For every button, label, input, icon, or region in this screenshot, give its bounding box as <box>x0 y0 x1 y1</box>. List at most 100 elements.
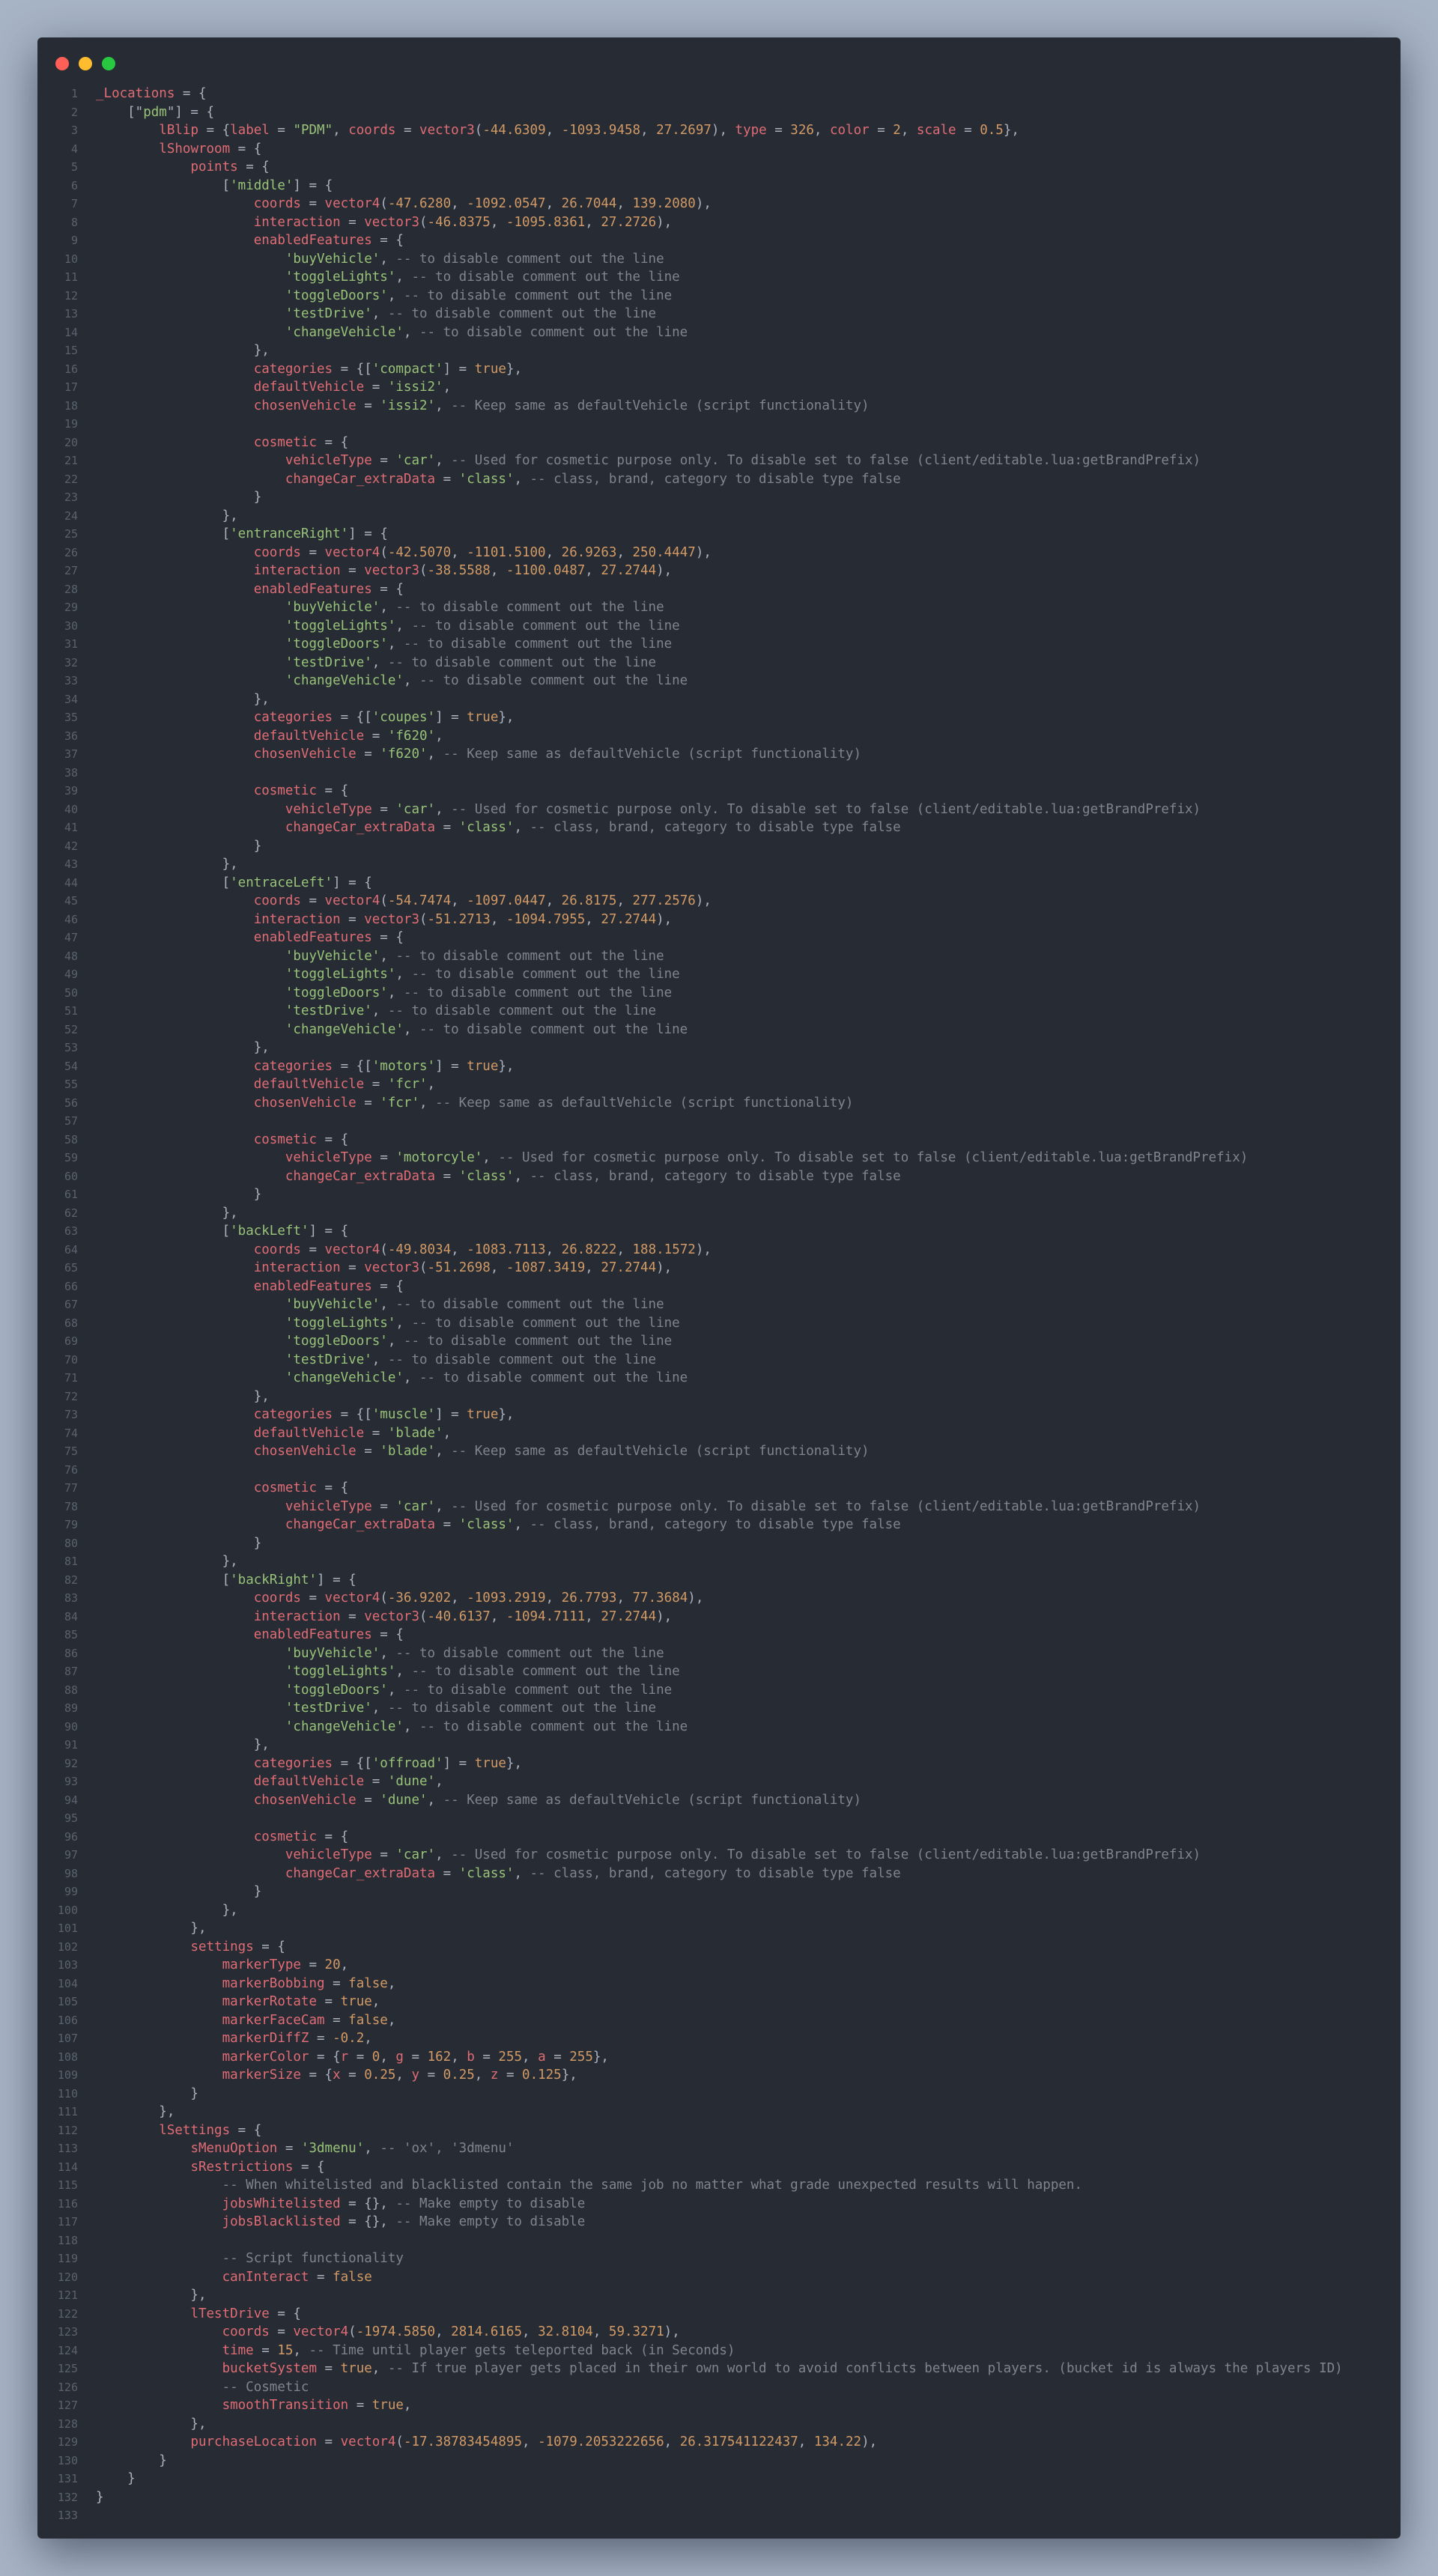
line-number: 39 <box>64 784 78 798</box>
code-token: , <box>403 1719 419 1734</box>
line-code: enabledFeatures = { <box>96 580 404 599</box>
code-token: ] = <box>443 361 475 377</box>
code-token: defaultVehicle <box>253 1077 365 1092</box>
code-token: changeCar_extraData <box>285 1168 436 1184</box>
code-token: ), <box>711 123 735 138</box>
code-token: 'backRight' <box>230 1572 318 1588</box>
line-code: ['backLeft'] = { <box>96 1222 349 1241</box>
code-token: , <box>514 1865 530 1881</box>
line-code: } <box>96 1185 262 1204</box>
close-window-button[interactable] <box>55 57 69 70</box>
code-token: -1093.2919 <box>467 1591 546 1606</box>
code-token: -- Used for cosmetic purpose only. To di… <box>451 1498 1201 1514</box>
code-token: = <box>340 214 365 230</box>
maximize-window-button[interactable] <box>102 57 115 70</box>
code-token: = <box>340 2068 365 2083</box>
code-line: 48 'buyVehicle', -- to disable comment o… <box>37 947 1401 966</box>
code-token: 255 <box>498 2049 523 2065</box>
line-number: 105 <box>57 1995 78 2008</box>
line-number: 97 <box>64 1848 78 1862</box>
line-number: 3 <box>70 124 78 137</box>
code-token: -1094.7111 <box>506 1609 586 1624</box>
code-line: 32 'testDrive', -- to disable comment ou… <box>37 654 1401 672</box>
code-token: [" <box>96 104 144 120</box>
code-token: sMenuOption <box>190 2141 278 2156</box>
code-token: 'class' <box>458 1168 515 1184</box>
code-line: 16 categories = {['compact'] = true}, <box>37 360 1401 379</box>
code-token: 'offroad' <box>371 1755 443 1771</box>
code-line: 124 time = 15, -- Time until player gets… <box>37 2342 1401 2360</box>
code-token: ] = <box>435 710 467 725</box>
code-token: }, <box>506 361 522 377</box>
code-token: = <box>324 1975 349 1991</box>
code-token: cosmetic <box>253 1480 318 1495</box>
line-number: 81 <box>64 1555 78 1568</box>
line-number: 108 <box>57 2050 78 2064</box>
line-number: 8 <box>70 215 78 229</box>
code-token: -1974.5850 <box>356 2324 436 2339</box>
code-token: 'toggleDoors' <box>285 1682 388 1698</box>
code-token: = <box>356 747 380 762</box>
code-token: settings <box>190 1939 254 1954</box>
line-number: 111 <box>57 2105 78 2118</box>
code-line: 51 'testDrive', -- to disable comment ou… <box>37 1002 1401 1021</box>
code-token: = { <box>237 160 270 174</box>
line-number: 93 <box>64 1775 78 1788</box>
line-number: 89 <box>64 1701 78 1715</box>
line-code: markerType = 20, <box>96 1956 349 1975</box>
code-token: -- Cosmetic <box>222 2379 309 2395</box>
code-line: 54 categories = {['motors'] = true}, <box>37 1057 1401 1076</box>
code-token: 0.5 <box>980 123 1004 138</box>
line-code: 'testDrive', -- to disable comment out t… <box>96 654 656 672</box>
code-token: -- to disable comment out the line <box>387 1701 657 1716</box>
code-token: -- to disable comment out the line <box>419 1370 688 1385</box>
code-token: , <box>403 1021 419 1037</box>
code-token: ( <box>419 563 428 578</box>
code-token: coords <box>253 544 301 560</box>
code-line: 73 categories = {['muscle'] = true}, <box>37 1406 1401 1424</box>
code-token: ] = { <box>293 177 333 193</box>
line-number: 35 <box>64 711 78 724</box>
minimize-window-button[interactable] <box>79 57 92 70</box>
code-line: 97 vehicleType = 'car', -- Used for cosm… <box>37 1846 1401 1865</box>
line-number: 68 <box>64 1316 78 1330</box>
code-editor[interactable]: 1 _Locations = {2 ["pdm"] = {3 lBlip = {l… <box>37 85 1401 2525</box>
code-token: vector4 <box>324 1242 380 1257</box>
code-line: 111 }, <box>37 2103 1401 2121</box>
code-token: ), <box>695 893 712 908</box>
line-number: 60 <box>64 1169 78 1183</box>
line-number: 29 <box>64 601 78 614</box>
code-token: , <box>813 123 830 138</box>
code-token: , <box>380 251 396 267</box>
code-token: vehicleType <box>285 453 372 468</box>
code-token: ), <box>656 1609 673 1624</box>
code-token: -38.5588 <box>427 563 491 578</box>
line-code: markerBobbing = false, <box>96 1975 396 1993</box>
code-token: -36.9202 <box>387 1591 452 1606</box>
code-token: , <box>387 637 404 651</box>
code-token: = { <box>198 123 231 138</box>
line-number: 131 <box>57 2472 78 2485</box>
code-token: cosmetic <box>253 1829 318 1844</box>
code-token: } <box>96 838 262 854</box>
code-token: -1094.7955 <box>506 911 586 927</box>
code-token: 'changeVehicle' <box>285 1719 404 1734</box>
code-token: , <box>435 801 452 817</box>
code-token: vector4 <box>293 2324 349 2339</box>
line-number: 119 <box>57 2252 78 2265</box>
code-line: 36 defaultVehicle = 'f620', <box>37 727 1401 746</box>
line-number: 4 <box>70 142 78 156</box>
line-number: 113 <box>57 2142 78 2155</box>
code-line: 43 }, <box>37 855 1401 874</box>
code-token: , <box>395 1315 412 1331</box>
line-number: 53 <box>64 1041 78 1054</box>
code-line: 106 markerFaceCam = false, <box>37 2011 1401 2030</box>
